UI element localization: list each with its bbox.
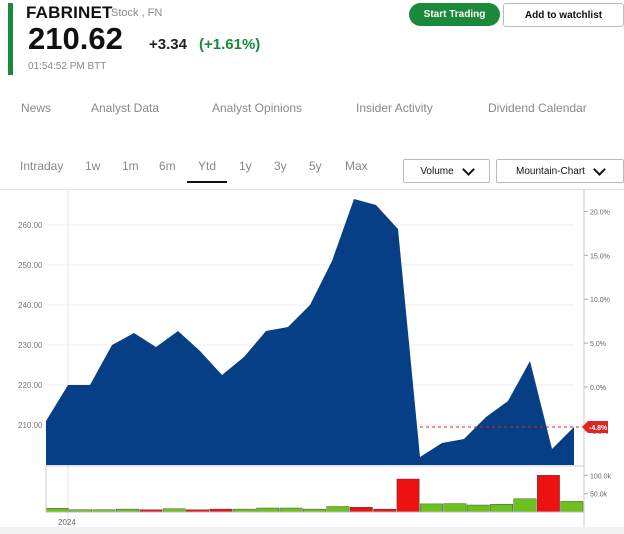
ticker-accent-bar: [8, 3, 13, 75]
volume-tick-label: 50.0k: [590, 492, 608, 499]
range-intraday[interactable]: Intraday: [20, 159, 63, 173]
start-trading-button[interactable]: Start Trading: [409, 3, 500, 26]
volume-bar: [443, 503, 467, 513]
tab-dividend-calendar[interactable]: Dividend Calendar: [488, 101, 587, 115]
percent-tick-label: 15.0%: [590, 253, 610, 260]
percent-tick-label: 10.0%: [590, 297, 610, 304]
volume-bar: [513, 498, 537, 513]
tab-analyst-opinions[interactable]: Analyst Opinions: [212, 101, 302, 115]
chevron-down-icon: [593, 162, 606, 176]
range-ytd[interactable]: Ytd: [198, 159, 216, 173]
price-change: +3.34: [149, 36, 187, 53]
volume-bar: [537, 475, 560, 513]
chevron-down-icon: [461, 162, 475, 176]
volume-bar: [420, 503, 443, 513]
volume-bar: [490, 504, 513, 513]
last-price: 210.62: [28, 21, 123, 56]
range-5y[interactable]: 5y: [309, 159, 322, 173]
add-to-watchlist-button[interactable]: Add to watchlist: [503, 3, 624, 27]
volume-bars-layer: [45, 475, 584, 513]
percent-tick-label: 20.0%: [590, 209, 610, 216]
tab-news[interactable]: News: [21, 101, 51, 115]
current-value-badge-text: -4.8%: [589, 425, 608, 432]
volume-bar: [256, 507, 280, 513]
range-max[interactable]: Max: [345, 159, 368, 173]
price-area: [46, 199, 574, 465]
volume-tick-label: 100.0k: [590, 473, 612, 480]
active-range-underline: [187, 181, 227, 183]
price-tick-label: 230.00: [18, 341, 43, 350]
price-area-layer: [46, 199, 574, 465]
volume-bar: [349, 507, 373, 513]
price-change-percent: (+1.61%): [199, 36, 261, 53]
ticker-subtitle: Stock , FN: [111, 7, 163, 19]
percent-tick-label: 0.0%: [590, 385, 606, 392]
percent-tick-label: 5.0%: [590, 341, 606, 348]
price-chart[interactable]: 260.00 250.00 240.00 230.00 220.00 210.00 20.0…: [0, 189, 624, 527]
volume-bar: [396, 478, 420, 513]
volume-bar: [326, 506, 350, 513]
chart-type-dropdown[interactable]: Mountain-Chart: [496, 159, 624, 183]
range-3y[interactable]: 3y: [274, 159, 287, 173]
range-1y[interactable]: 1y: [239, 159, 252, 173]
company-name: FABRINET: [26, 3, 113, 22]
tab-analyst-data[interactable]: Analyst Data: [91, 101, 159, 115]
price-tick-label: 220.00: [18, 381, 43, 390]
tab-insider-activity[interactable]: Insider Activity: [356, 101, 433, 115]
volume-bar: [279, 507, 303, 513]
chart-type-dropdown-label: Mountain-Chart: [516, 165, 585, 177]
range-1w[interactable]: 1w: [85, 159, 100, 173]
volume-bar: [560, 501, 584, 513]
range-6m[interactable]: 6m: [159, 159, 176, 173]
price-tick-label: 210.00: [18, 421, 43, 430]
price-tick-label: 260.00: [18, 221, 43, 230]
horizontal-scrollbar[interactable]: [0, 527, 624, 534]
quote-timestamp: 01:54:52 PM BTT: [28, 61, 107, 72]
volume-dropdown-label: Volume: [420, 165, 454, 177]
x-tick-label: 2024: [58, 518, 76, 527]
volume-bar: [466, 504, 490, 513]
range-1m[interactable]: 1m: [122, 159, 139, 173]
price-tick-label: 240.00: [18, 301, 43, 310]
volume-dropdown[interactable]: Volume: [403, 159, 490, 183]
volume-bar: [45, 508, 69, 513]
price-tick-label: 250.00: [18, 261, 43, 270]
